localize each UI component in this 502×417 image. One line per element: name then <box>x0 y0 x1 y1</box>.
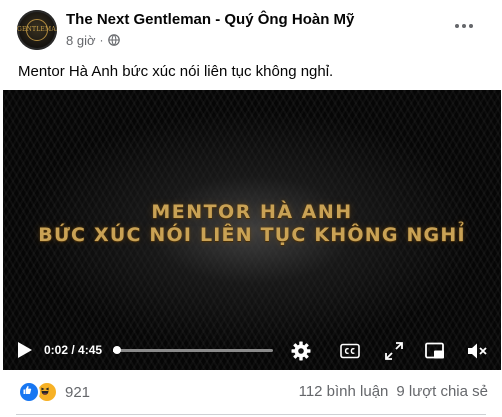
post-caption: Mentor Hà Anh bức xúc nói liên tục không… <box>18 63 334 80</box>
dot-icon <box>462 24 466 28</box>
like-icon <box>18 381 40 403</box>
more-options-button[interactable] <box>450 18 478 34</box>
engagement-stats: 112 bình luận 9 lượt chia sẻ <box>299 383 488 400</box>
volume-icon[interactable] <box>466 340 488 362</box>
expand-icon[interactable] <box>383 340 405 362</box>
page-name[interactable]: The Next Gentleman - Quý Ông Hoàn Mỹ <box>66 11 354 28</box>
shares-count[interactable]: 9 lượt chia sẻ <box>396 383 488 400</box>
dot-icon <box>469 24 473 28</box>
divider <box>16 414 486 415</box>
video-player[interactable]: MENTOR HÀ ANH BỨC XÚC NÓI LIÊN TỤC KHÔNG… <box>3 90 501 370</box>
video-title-line2: BỨC XÚC NÓI LIÊN TỤC KHÔNG NGHỈ <box>38 224 466 246</box>
post-card: GENTLEMAN The Next Gentleman - Quý Ông H… <box>0 0 502 417</box>
progress-handle[interactable] <box>113 346 121 354</box>
settings-icon[interactable] <box>290 340 312 362</box>
progress-bar[interactable] <box>113 346 273 354</box>
play-icon[interactable] <box>17 341 33 359</box>
video-controls: 0:02 / 4:45 <box>3 333 501 370</box>
video-time: 0:02 / 4:45 <box>44 343 103 357</box>
dot-icon <box>455 24 459 28</box>
globe-icon[interactable] <box>107 34 120 46</box>
video-title-line1: MENTOR HÀ ANH <box>151 201 353 223</box>
picture-in-picture-icon[interactable] <box>424 340 446 362</box>
reactions-summary[interactable]: 921 <box>18 381 91 403</box>
meta-separator: · <box>99 33 104 47</box>
post-meta: 8 giờ · <box>66 32 120 48</box>
page-avatar[interactable]: GENTLEMAN <box>17 10 57 50</box>
avatar-logo-text: GENTLEMAN <box>17 26 57 33</box>
post-time[interactable]: 8 giờ <box>66 33 96 48</box>
post-header: GENTLEMAN The Next Gentleman - Quý Ông H… <box>0 0 502 58</box>
comments-count[interactable]: 112 bình luận <box>299 383 389 400</box>
reaction-count: 921 <box>65 383 91 401</box>
captions-icon[interactable] <box>339 340 361 362</box>
